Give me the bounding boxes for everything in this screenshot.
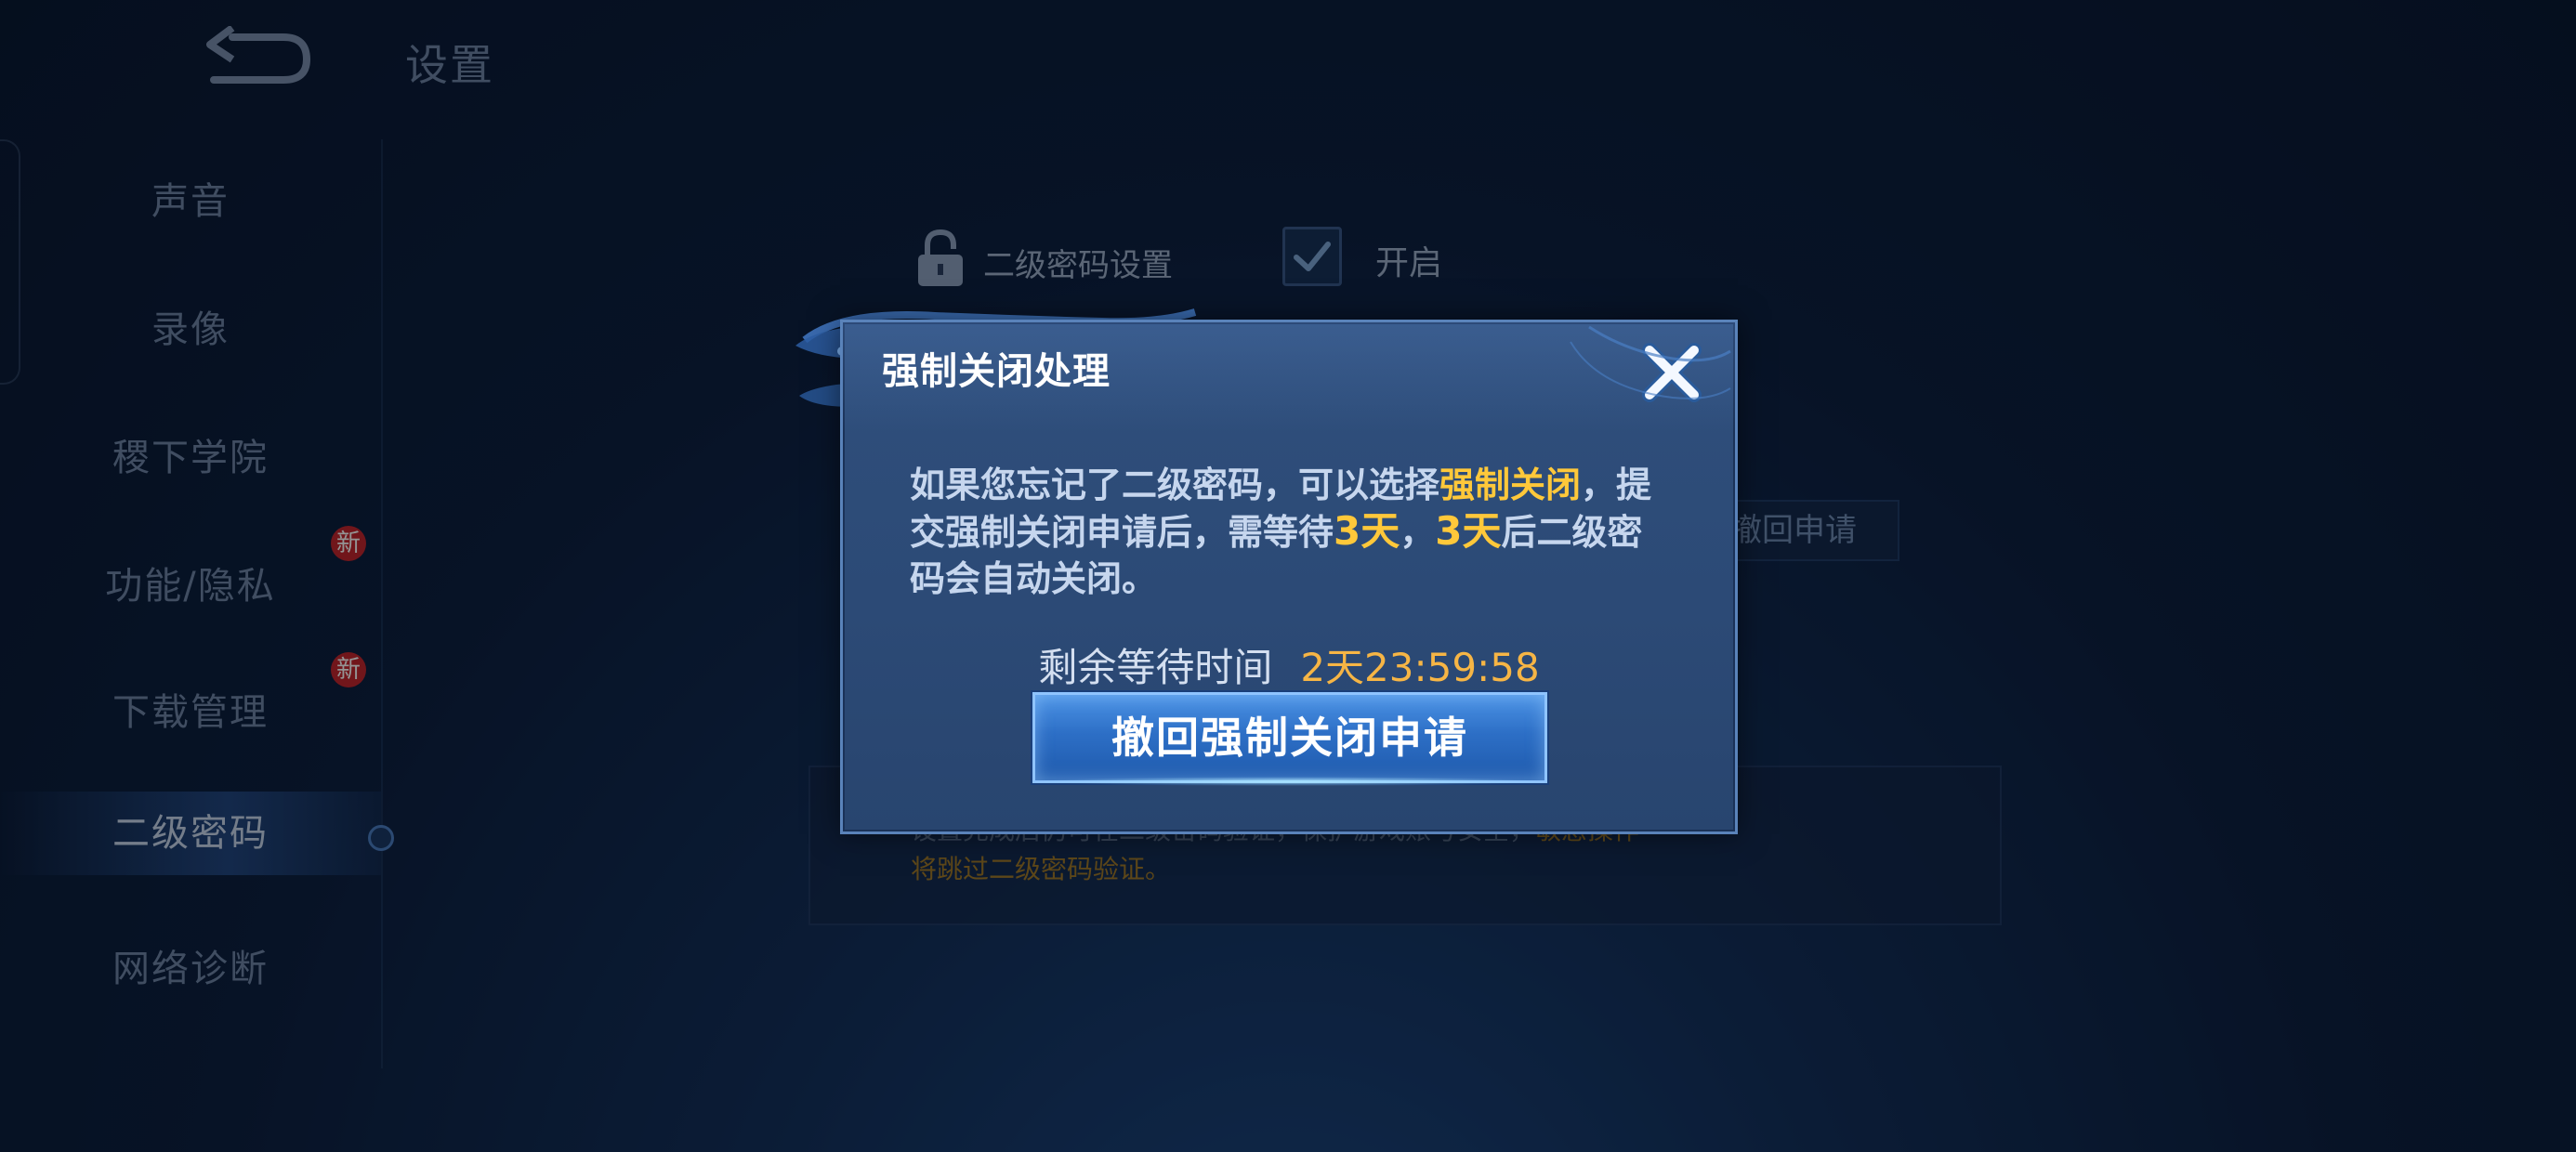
remaining-time-row: 剩余等待时间 2天23:59:58 [843,636,1735,693]
withdraw-button-label: 撤回强制关闭申请 [1111,713,1468,763]
dialog-message: 如果您忘记了二级密码，可以选择强制关闭，提交强制关闭申请后，需等待3天，3天后二… [910,465,1652,599]
remaining-time-label: 剩余等待时间 [1038,645,1273,690]
button-glow [1035,777,1544,786]
withdraw-force-close-button[interactable]: 撤回强制关闭申请 [1032,692,1547,786]
corner-swirl-decoration [1570,325,1731,399]
dialog-title: 强制关闭处理 [882,350,1111,393]
remaining-time-value: 2天23:59:58 [1300,645,1540,690]
